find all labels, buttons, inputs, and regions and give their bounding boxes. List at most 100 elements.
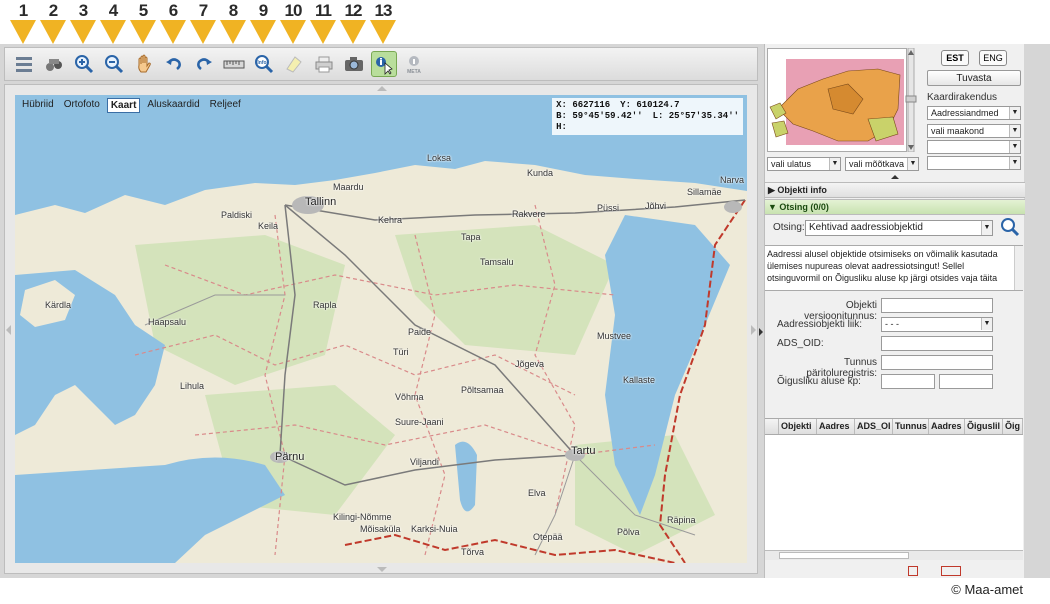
place-label: Türi bbox=[393, 347, 409, 357]
coord-x: X: 6627116 bbox=[556, 100, 611, 110]
overview-map[interactable] bbox=[767, 48, 907, 152]
callout-marker: 10 bbox=[280, 0, 306, 44]
overview-button[interactable] bbox=[41, 51, 67, 77]
clear-button[interactable] bbox=[281, 51, 307, 77]
select-all-checkbox[interactable] bbox=[765, 419, 779, 434]
place-label: Keila bbox=[258, 221, 279, 231]
place-label: Tapa bbox=[461, 232, 481, 242]
tab-orthophoto[interactable]: Ortofoto bbox=[61, 98, 103, 113]
print-icon bbox=[315, 56, 333, 73]
legal-date-to-input[interactable] bbox=[939, 374, 993, 389]
place-label: Kilingi-Nõmme bbox=[333, 512, 392, 522]
empty-select-1[interactable]: ▼ bbox=[927, 140, 1021, 154]
scrollbar-thumb[interactable] bbox=[779, 552, 909, 559]
place-label: Rapla bbox=[313, 300, 337, 310]
map-toolbar: Info META bbox=[4, 47, 758, 81]
info-search-button[interactable]: Info bbox=[251, 51, 277, 77]
meta-button[interactable]: META bbox=[401, 51, 427, 77]
place-label: Mõisaküla bbox=[360, 524, 401, 534]
search-type-select[interactable]: Kehtivad aadressiobjektid ▼ bbox=[805, 220, 993, 236]
place-label: Mustvee bbox=[597, 331, 632, 341]
object-type-select[interactable]: - - - ▼ bbox=[881, 317, 993, 332]
tab-map[interactable]: Kaart bbox=[106, 98, 141, 113]
app-select-value: Aadressiandmed bbox=[931, 108, 999, 118]
otsing-header[interactable]: ▼ Otsing (0/0) bbox=[765, 199, 1025, 215]
column-header[interactable]: Objekti bbox=[779, 419, 817, 434]
place-label: Kehra bbox=[378, 215, 403, 225]
tuvasta-button[interactable]: Tuvasta bbox=[927, 70, 1021, 86]
ads-oid-input[interactable] bbox=[881, 336, 993, 351]
print-button[interactable] bbox=[311, 51, 337, 77]
place-label: Kunda bbox=[527, 168, 554, 178]
pan-button[interactable] bbox=[131, 51, 157, 77]
extent-select[interactable]: vali ulatus ▼ bbox=[767, 157, 841, 171]
coord-h: H: bbox=[556, 122, 567, 132]
scale-select[interactable]: vali mõõtkava ▼ bbox=[845, 157, 919, 171]
place-label: Tõrva bbox=[461, 547, 485, 557]
otsing-title: Otsing (0/0) bbox=[779, 202, 829, 212]
tab-hybrid[interactable]: Hübriid bbox=[19, 98, 57, 113]
collapse-panel-arrow[interactable] bbox=[759, 328, 763, 336]
undo-icon bbox=[166, 58, 181, 70]
callout-marker: 5 bbox=[130, 0, 156, 44]
meta-info-icon: META bbox=[407, 56, 421, 75]
legal-date-from-input[interactable] bbox=[881, 374, 935, 389]
pan-south-arrow[interactable] bbox=[377, 567, 387, 572]
pager-next-button[interactable] bbox=[941, 566, 961, 576]
overview-zoom-slider[interactable] bbox=[905, 47, 917, 153]
place-label: Kallaste bbox=[623, 375, 656, 385]
column-header[interactable]: Aadres bbox=[817, 419, 855, 434]
chevron-down-icon: ▼ bbox=[1009, 141, 1020, 153]
pan-west-arrow[interactable] bbox=[6, 325, 11, 335]
lang-eng-button[interactable]: ENG bbox=[979, 50, 1007, 66]
map-canvas[interactable]: Hübriid Ortofoto Kaart Aluskaardid Relje… bbox=[15, 95, 747, 563]
origin-id-input[interactable] bbox=[881, 355, 993, 370]
callout-marker: 11 bbox=[310, 0, 336, 44]
column-header[interactable]: Õig bbox=[1003, 419, 1023, 434]
column-header[interactable]: Õiguslil bbox=[965, 419, 1003, 434]
results-horizontal-scrollbar[interactable] bbox=[765, 550, 1023, 560]
info-search-run-button[interactable] bbox=[999, 216, 1021, 238]
column-header[interactable]: Tunnus bbox=[893, 419, 929, 434]
place-label: Narva bbox=[720, 175, 745, 185]
place-label: Viljandi bbox=[410, 457, 439, 467]
place-label: Jõgeva bbox=[515, 359, 545, 369]
kaardirakendus-label: Kaardirakendus bbox=[927, 92, 998, 103]
search-type-value: Kehtivad aadressiobjektid bbox=[809, 222, 923, 233]
field-label: Õigusliku aluse kp: bbox=[777, 376, 861, 387]
column-header[interactable]: ADS_OI bbox=[855, 419, 893, 434]
layers-button[interactable] bbox=[11, 51, 37, 77]
place-label: Otepää bbox=[533, 532, 563, 542]
pan-east-arrow[interactable] bbox=[751, 325, 756, 335]
tab-relief[interactable]: Reljeef bbox=[207, 98, 244, 113]
help-text-scrollbar[interactable] bbox=[1014, 246, 1023, 290]
objekti-info-title: Objekti info bbox=[777, 185, 827, 195]
place-label: Räpina bbox=[667, 515, 696, 525]
pager-prev-button[interactable] bbox=[908, 566, 918, 576]
zoom-in-button[interactable] bbox=[71, 51, 97, 77]
place-label: Pärnu bbox=[275, 451, 305, 463]
measure-button[interactable] bbox=[221, 51, 247, 77]
zoom-out-button[interactable] bbox=[101, 51, 127, 77]
screenshot-button[interactable] bbox=[341, 51, 367, 77]
place-label: Põltsamaa bbox=[461, 385, 504, 395]
version-id-input[interactable] bbox=[881, 298, 993, 313]
pan-north-arrow[interactable] bbox=[377, 86, 387, 91]
app-select[interactable]: Aadressiandmed ▼ bbox=[927, 106, 1021, 120]
column-header[interactable]: Aadres bbox=[929, 419, 965, 434]
place-label: Elva bbox=[528, 488, 546, 498]
county-select[interactable]: vali maakond ▼ bbox=[927, 124, 1021, 138]
empty-select-2[interactable]: ▼ bbox=[927, 156, 1021, 170]
identify-cursor-icon bbox=[376, 57, 393, 75]
lang-est-button[interactable]: EST bbox=[941, 50, 969, 66]
objekti-info-header[interactable]: ▶ Objekti info bbox=[765, 182, 1025, 198]
collapse-top-arrow[interactable] bbox=[891, 175, 899, 179]
svg-text:Info: Info bbox=[257, 60, 266, 66]
undo-button[interactable] bbox=[161, 51, 187, 77]
redo-button[interactable] bbox=[191, 51, 217, 77]
callout-marker: 2 bbox=[40, 0, 66, 44]
chevron-down-icon: ▼ bbox=[1009, 157, 1020, 169]
zoom-slider-svg bbox=[905, 47, 917, 153]
identify-button[interactable] bbox=[371, 51, 397, 77]
tab-base-maps[interactable]: Aluskaardid bbox=[144, 98, 202, 113]
